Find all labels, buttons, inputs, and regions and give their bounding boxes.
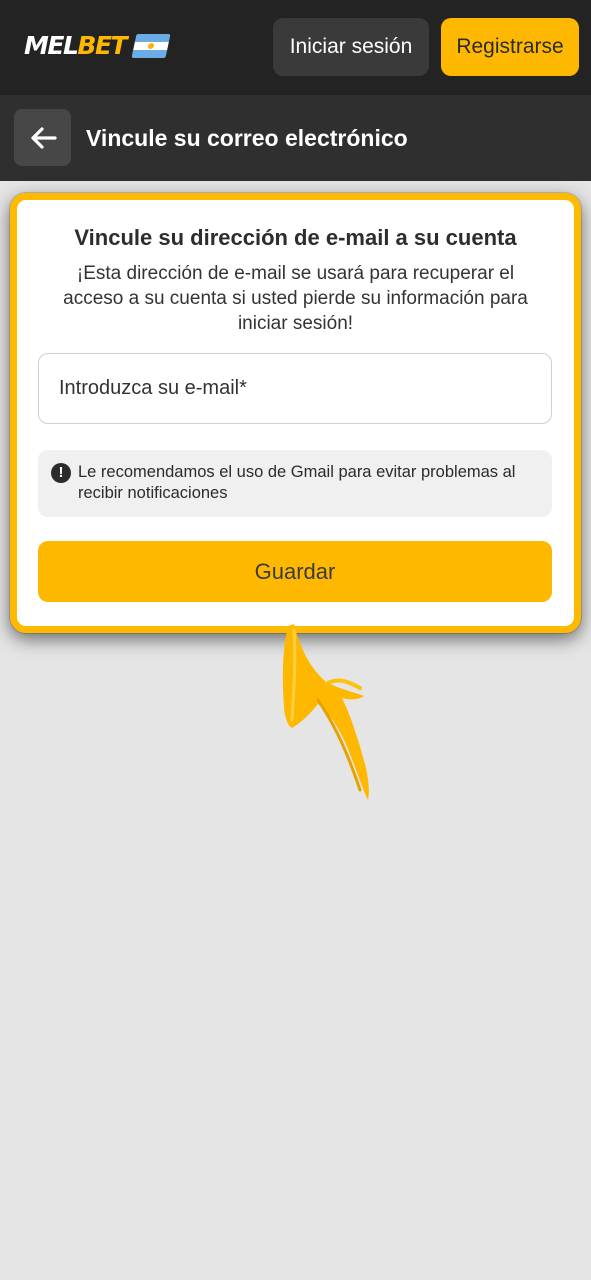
page-subheader: Vincule su correo electrónico bbox=[0, 95, 591, 181]
page-title: Vincule su correo electrónico bbox=[86, 125, 408, 151]
back-button[interactable] bbox=[14, 109, 71, 166]
logo-text-bet: BET bbox=[77, 31, 127, 60]
login-button[interactable]: Iniciar sesión bbox=[273, 18, 429, 76]
argentina-flag-icon bbox=[131, 34, 171, 58]
top-header: MELBET Iniciar sesión Registrarse bbox=[0, 0, 591, 95]
exclamation-circle-icon: ! bbox=[51, 463, 71, 483]
gmail-recommendation-notice: ! Le recomendamos el uso de Gmail para e… bbox=[38, 450, 552, 517]
card-title: Vincule su dirección de e-mail a su cuen… bbox=[74, 225, 517, 250]
melbet-logo[interactable]: MELBET bbox=[24, 31, 171, 61]
hand-drawn-arrow-up-icon bbox=[282, 624, 369, 800]
notice-text: Le recomendamos el uso de Gmail para evi… bbox=[78, 463, 516, 502]
logo-text-mel: MEL bbox=[24, 31, 79, 60]
logo-text: MELBET bbox=[24, 31, 128, 61]
card-description: ¡Esta dirección de e-mail se usará para … bbox=[63, 263, 528, 334]
link-email-card: Vincule su dirección de e-mail a su cuen… bbox=[10, 193, 581, 633]
arrow-left-icon bbox=[30, 126, 57, 149]
register-button[interactable]: Registrarse bbox=[441, 18, 579, 76]
save-button[interactable]: Guardar bbox=[38, 541, 552, 602]
email-input[interactable] bbox=[38, 353, 552, 424]
